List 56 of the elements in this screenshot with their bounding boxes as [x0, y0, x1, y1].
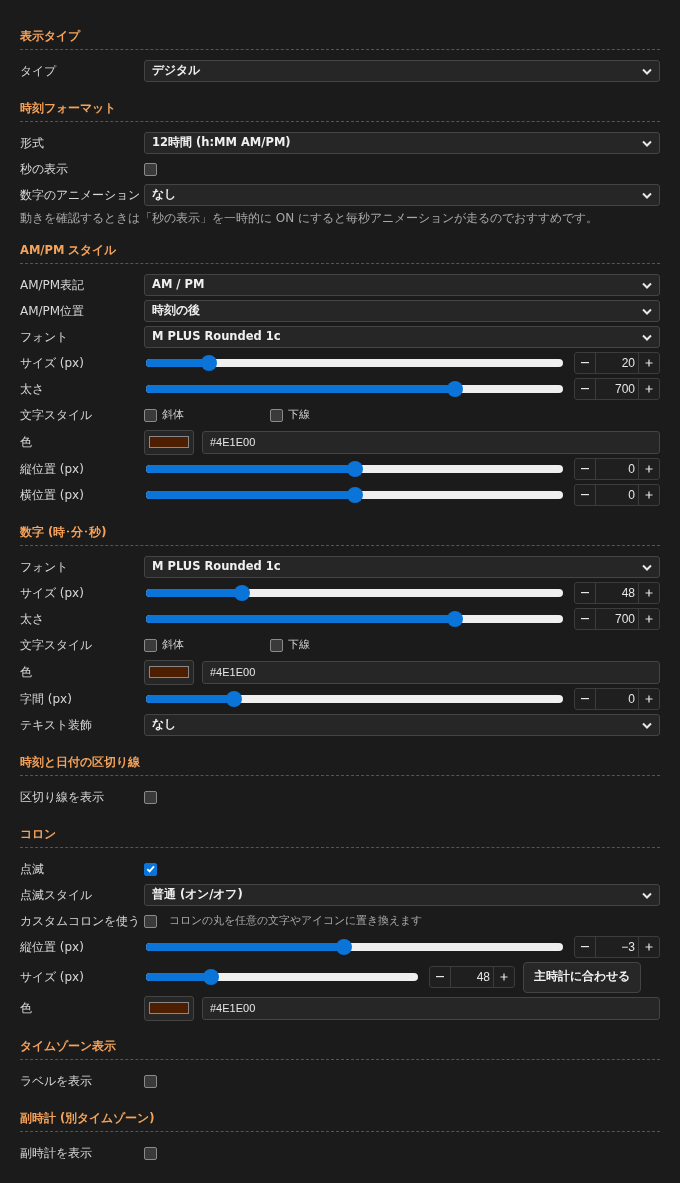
help-text: 動きを確認するときは「秒の表示」を一時的に ON にすると毎秒アニメーションが走るのでおすすめです。 [20, 211, 600, 226]
section-title: コロン [20, 826, 57, 842]
dropdown[interactable]: なし [144, 714, 660, 736]
checkbox-label: 斜体 [162, 406, 184, 423]
section-title: 時刻フォーマット [20, 100, 117, 116]
field-label: 形式 [20, 135, 45, 152]
field-label: タイプ [20, 63, 58, 80]
field-label: フォント [20, 329, 69, 346]
dropdown[interactable]: なし [144, 184, 660, 206]
field-label: 縦位置 (px) [20, 939, 85, 956]
text-field[interactable]: #4E1E00 [202, 996, 660, 1020]
field-label: 字間 (px) [20, 691, 73, 708]
field-label: フォント [20, 559, 69, 576]
field-label: テキスト装飾 [20, 717, 93, 734]
field-label: 秒の表示 [20, 161, 69, 178]
field-label: ラベルを表示 [20, 1073, 93, 1090]
field-label: 太さ [20, 611, 45, 628]
field-label: 数字のアニメーション [20, 187, 141, 204]
section-title: 数字 (時･分･秒) [20, 524, 108, 540]
field-label: 色 [20, 1000, 33, 1017]
field-label: 区切り線を表示 [20, 789, 105, 806]
text-field[interactable]: #4E1E00 [202, 660, 660, 684]
field-label: サイズ (px) [20, 585, 85, 602]
dropdown[interactable]: AM / PM [144, 274, 660, 296]
field-label: AM/PM表記 [20, 277, 86, 294]
field-label: 色 [20, 664, 33, 681]
dropdown[interactable]: M PLUS Rounded 1c [144, 556, 660, 578]
field-label: サイズ (px) [20, 969, 85, 986]
section-title: 副時計 (別タイムゾーン) [20, 1110, 156, 1126]
dropdown[interactable]: 時刻の後 [144, 300, 660, 322]
hint-text: コロンの丸を任意の文字やアイコンに置き換えます [169, 912, 422, 929]
text-field[interactable]: #4E1E00 [202, 430, 660, 454]
field-label: 点滅 [20, 861, 45, 878]
field-label: 色 [20, 434, 33, 451]
field-label: 副時計を表示 [20, 1145, 93, 1162]
section-title: 時刻と日付の区切り線 [20, 754, 141, 770]
dropdown[interactable]: 12時間 (h:MM AM/PM) [144, 132, 660, 154]
field-label: 文字スタイル [20, 407, 93, 424]
field-label: サイズ (px) [20, 355, 85, 372]
field-label: 横位置 (px) [20, 487, 85, 504]
dropdown[interactable]: 普通 (オン/オフ) [144, 884, 660, 906]
dropdown[interactable]: デジタル [144, 60, 660, 82]
field-label: AM/PM位置 [20, 303, 86, 320]
field-label: 太さ [20, 381, 45, 398]
section-title: 表示タイプ [20, 28, 82, 44]
checkbox-label: 下線 [288, 406, 310, 423]
section-title: タイムゾーン表示 [20, 1038, 117, 1054]
field-label: 文字スタイル [20, 637, 93, 654]
checkbox-label: 下線 [288, 636, 310, 653]
field-label: 点滅スタイル [20, 887, 93, 904]
match-main-clock-button[interactable]: 主時計に合わせる [523, 961, 641, 993]
field-label: カスタムコロンを使う [20, 913, 141, 930]
dropdown[interactable]: M PLUS Rounded 1c [144, 326, 660, 348]
section-title: AM/PM スタイル [20, 242, 118, 258]
field-label: 縦位置 (px) [20, 461, 85, 478]
checkbox-label: 斜体 [162, 636, 184, 653]
